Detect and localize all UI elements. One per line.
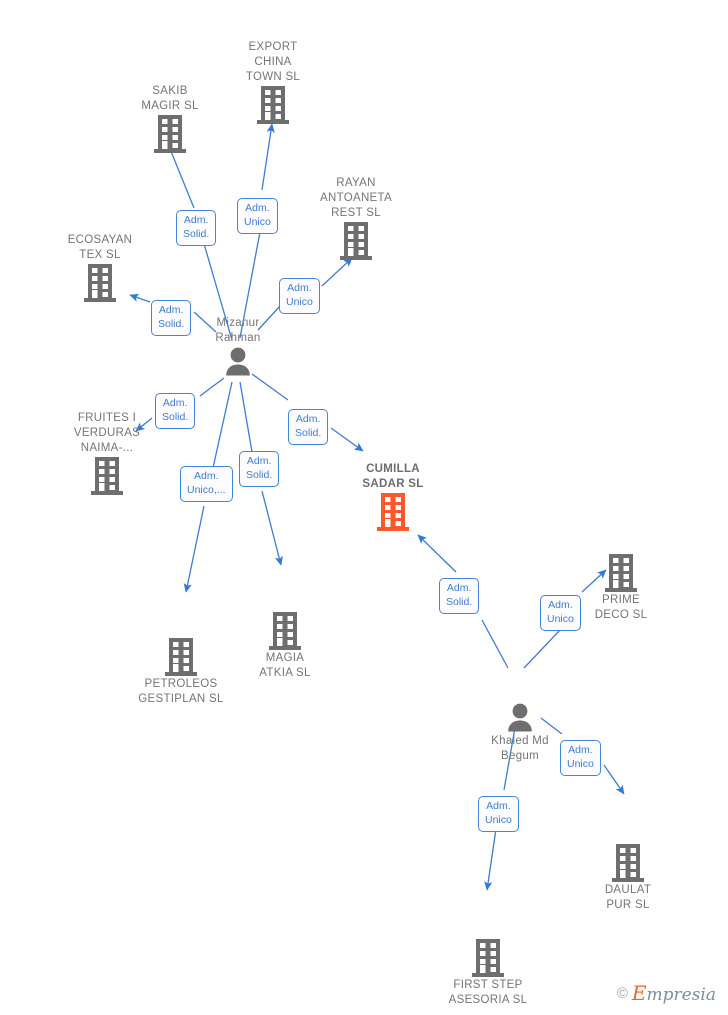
node-icon[interactable] — [203, 85, 343, 125]
node-icon[interactable] — [215, 611, 355, 651]
company-node-daulat[interactable]: DAULAT PUR SL — [558, 843, 698, 913]
node-label: EXPORT CHINA TOWN SL — [245, 41, 301, 83]
node-icon[interactable] — [450, 702, 590, 734]
edge-label-mizanur-to-ecosayan[interactable]: Adm. Solid. — [151, 300, 192, 336]
node-label: ECOSAYAN TEX SL — [67, 234, 133, 261]
edge-label-mizanur-to-petroleos[interactable]: Adm. Unico,... — [180, 466, 233, 502]
edge-label-mizanur-to-sakib[interactable]: Adm. Solid. — [176, 210, 217, 246]
building-icon — [84, 264, 116, 302]
corporate-network-diagram: SAKIB MAGIR SL EXPORT CHINA TOWN SL RAYAN … — [0, 0, 728, 1015]
building-icon — [377, 493, 409, 531]
node-label: DAULAT PUR SL — [604, 884, 652, 911]
person-icon — [226, 347, 250, 376]
edge-label-khaled-to-cumilla[interactable]: Adm. Solid. — [439, 578, 480, 614]
edge-label-mizanur-to-magia[interactable]: Adm. Solid. — [239, 451, 280, 487]
building-icon — [154, 115, 186, 153]
node-icon[interactable] — [286, 221, 426, 261]
node-icon[interactable] — [168, 346, 308, 378]
person-icon — [508, 703, 532, 732]
node-label: MAGIA ATKIA SL — [259, 652, 311, 679]
node-icon[interactable] — [37, 456, 177, 496]
company-node-rayan[interactable]: RAYAN ANTOANETA REST SL — [286, 176, 426, 261]
building-icon — [269, 612, 301, 650]
node-icon[interactable] — [418, 938, 558, 978]
company-node-magia[interactable]: MAGIA ATKIA SL — [215, 611, 355, 681]
node-label: FIRST STEP ASESORIA SL — [448, 979, 528, 1006]
building-icon — [340, 222, 372, 260]
edge-label-khaled-to-daulat[interactable]: Adm. Unico — [560, 740, 601, 776]
node-icon[interactable] — [551, 553, 691, 593]
node-label: CUMILLA SADAR SL — [362, 463, 424, 490]
node-icon[interactable] — [558, 843, 698, 883]
building-icon — [91, 457, 123, 495]
building-icon — [257, 86, 289, 124]
node-label: RAYAN ANTOANETA REST SL — [320, 177, 392, 219]
building-icon — [472, 939, 504, 977]
building-icon — [165, 638, 197, 676]
node-icon[interactable] — [323, 492, 463, 532]
edge-label-khaled-to-prime_deco[interactable]: Adm. Unico — [540, 595, 581, 631]
empresia-logo-initial: E — [631, 981, 647, 1005]
building-icon — [612, 844, 644, 882]
node-label: PETROLEOS GESTIPLAN SL — [138, 678, 224, 705]
copyright-icon: © — [616, 984, 628, 1002]
watermark: © Empresia — [617, 981, 716, 1005]
company-node-export_china[interactable]: EXPORT CHINA TOWN SL — [203, 40, 343, 125]
edge-label-mizanur-to-fruites[interactable]: Adm. Solid. — [155, 393, 196, 429]
node-icon[interactable] — [30, 263, 170, 303]
edge-label-khaled-to-first_step[interactable]: Adm. Unico — [478, 796, 519, 832]
empresia-logo-rest: mpresia — [646, 985, 717, 1005]
edge-label-mizanur-to-rayan[interactable]: Adm. Unico — [279, 278, 320, 314]
company-node-cumilla[interactable]: CUMILLA SADAR SL — [323, 462, 463, 532]
building-icon — [605, 554, 637, 592]
edge-label-mizanur-to-cumilla[interactable]: Adm. Solid. — [288, 409, 329, 445]
company-node-first_step[interactable]: FIRST STEP ASESORIA SL — [418, 938, 558, 1008]
empresia-logo: Empresia — [632, 981, 716, 1005]
edge-label-mizanur-to-export_china[interactable]: Adm. Unico — [237, 198, 278, 234]
company-node-ecosayan[interactable]: ECOSAYAN TEX SL — [30, 233, 170, 303]
